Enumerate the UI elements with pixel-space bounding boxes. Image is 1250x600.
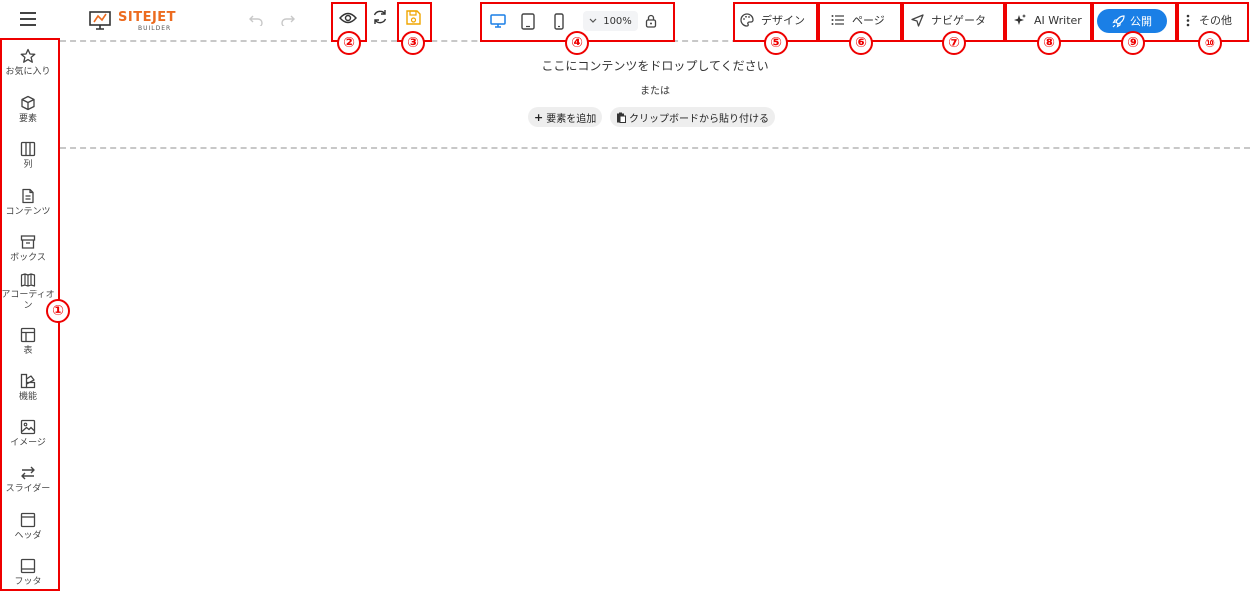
annotation-number-8: ⑧: [1037, 31, 1061, 55]
annotation-number-9: ⑨: [1121, 31, 1145, 55]
redo-button[interactable]: [280, 12, 296, 28]
undo-icon: [249, 15, 263, 26]
add-element-button[interactable]: + 要素を追加: [528, 107, 603, 127]
refresh-button[interactable]: [369, 7, 391, 27]
annotation-number-7: ⑦: [942, 31, 966, 55]
plus-icon: +: [534, 110, 544, 124]
logo-subtext: BUILDER: [138, 25, 172, 32]
annotation-number-3: ③: [401, 31, 425, 55]
refresh-icon: [373, 10, 387, 24]
paste-clipboard-button[interactable]: クリップボードから貼り付ける: [610, 107, 775, 127]
annotation-number-1: ①: [46, 299, 70, 323]
undo-button[interactable]: [248, 12, 264, 28]
drop-zone-or: または: [640, 86, 670, 97]
annotation-number-5: ⑤: [764, 31, 788, 55]
monitor-logo-icon: [89, 11, 111, 30]
drop-zone-title: ここにコンテンツをドロップしてください: [541, 59, 769, 73]
add-element-label: 要素を追加: [546, 113, 597, 125]
annotation-number-2: ②: [337, 31, 361, 55]
redo-icon: [281, 15, 295, 26]
annotation-number-6: ⑥: [849, 31, 873, 55]
paste-label: クリップボードから貼り付ける: [629, 113, 769, 125]
drop-zone-bottom-border: [60, 147, 1250, 149]
logo-text: SITEJET: [118, 10, 177, 25]
annotation-number-10: ⑩: [1198, 31, 1222, 55]
annotation-number-4: ④: [565, 31, 589, 55]
menu-button[interactable]: [20, 12, 36, 26]
clipboard-icon: [617, 112, 626, 123]
